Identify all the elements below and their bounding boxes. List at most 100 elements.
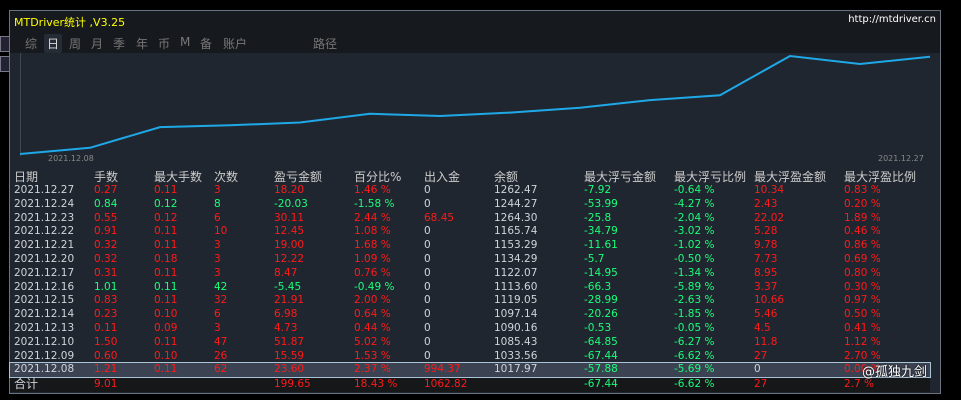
chart-end-date: 2021.12.27 bbox=[878, 154, 924, 163]
cell: 5.02 % bbox=[354, 335, 391, 348]
tab-5[interactable]: 年 bbox=[133, 34, 151, 53]
table-row[interactable]: 2021.12.16 1.01 0.11 42 -5.45 -0.49 % 0 1113.60… bbox=[10, 281, 930, 295]
table-row[interactable]: 2021.12.23 0.55 0.12 6 30.11 2.44 % 68.45 1264.… bbox=[10, 212, 930, 226]
cell: 0.11 bbox=[154, 225, 178, 238]
tab-1[interactable]: 日 bbox=[44, 34, 63, 53]
cell: 2021.12.10 bbox=[14, 335, 75, 348]
cell: 2.00 % bbox=[354, 294, 391, 307]
cell: 6.98 bbox=[274, 308, 298, 321]
cell: 19.00 bbox=[274, 239, 305, 252]
cell: 68.45 bbox=[424, 211, 455, 224]
cell: 15.59 bbox=[274, 349, 305, 362]
column-header[interactable]: 最大手数 bbox=[154, 168, 202, 185]
cell: 0.11 bbox=[154, 294, 178, 307]
cell: 1.89 % bbox=[844, 211, 881, 224]
table-row[interactable]: 2021.12.14 0.23 0.10 6 6.98 0.64 % 0 1097.14 -20… bbox=[10, 308, 930, 322]
cell: 0.23 bbox=[94, 308, 118, 321]
cell: 2021.12.23 bbox=[14, 211, 75, 224]
cell: -6.62 % bbox=[674, 378, 715, 391]
tab-0[interactable]: 综 bbox=[22, 34, 40, 53]
tab-3[interactable]: 月 bbox=[88, 34, 106, 53]
total-row[interactable]: 合计 9.01 199.65 18.43 % 1062.82 -67.44 -6.62 % 2… bbox=[10, 377, 930, 392]
cell: 0.44 % bbox=[354, 322, 391, 334]
column-header[interactable]: 百分比% bbox=[354, 168, 401, 185]
website-link[interactable]: http://mtdriver.cn bbox=[848, 14, 936, 25]
cell: 1264.30 bbox=[494, 211, 538, 224]
cell: -67.44 bbox=[584, 378, 618, 391]
column-header[interactable]: 盈亏金额 bbox=[274, 168, 322, 185]
table-row[interactable]: 2021.12.21 0.32 0.11 3 19.00 1.68 % 0 1153.29 -1… bbox=[10, 239, 930, 253]
column-header[interactable]: 最大浮亏金额 bbox=[584, 168, 656, 185]
table-row[interactable]: 2021.12.15 0.83 0.11 32 21.91 2.00 % 0 1119.05 -… bbox=[10, 294, 930, 308]
tab-9[interactable]: 账户 bbox=[220, 34, 250, 53]
tab-4[interactable]: 季 bbox=[110, 34, 128, 53]
cell: 0 bbox=[424, 239, 431, 252]
watermark: @孤独九剑 bbox=[862, 365, 928, 380]
tab-7[interactable]: M bbox=[177, 34, 193, 50]
column-header[interactable]: 最大浮盈比例 bbox=[844, 168, 916, 185]
table-row[interactable]: 2021.12.20 0.32 0.18 3 12.22 1.09 % 0 1134.29 -5… bbox=[10, 253, 930, 267]
tab-2[interactable]: 周 bbox=[66, 34, 84, 53]
column-header[interactable]: 日期 bbox=[14, 168, 38, 185]
table-row[interactable]: 2021.12.24 0.84 0.12 8 -20.03 -1.58 % 0 1244.27… bbox=[10, 198, 930, 212]
cell: 2021.12.20 bbox=[14, 253, 75, 265]
cell: 18.20 bbox=[274, 184, 305, 196]
cell: 0.11 bbox=[154, 363, 178, 376]
tab-8[interactable]: 备 bbox=[197, 34, 215, 53]
cell: -5.69 % bbox=[674, 363, 715, 376]
cell: 2021.12.21 bbox=[14, 239, 75, 252]
cell: -64.85 bbox=[584, 335, 618, 348]
cell: 1017.97 bbox=[494, 363, 538, 376]
cell: 2021.12.27 bbox=[14, 184, 75, 196]
cell: -5.45 bbox=[274, 280, 302, 293]
table-row[interactable]: 2021.12.27 0.27 0.11 3 18.20 1.46 % 0 1262.47 -7… bbox=[10, 184, 930, 198]
table-row[interactable]: 2021.12.09 0.60 0.10 26 15.59 1.53 % 0 1033.56 -… bbox=[10, 350, 930, 364]
table-row[interactable]: 2021.12.13 0.11 0.09 3 4.73 0.44 % 0 1090.16 -0.… bbox=[10, 322, 930, 336]
cell: 1.53 % bbox=[354, 349, 391, 362]
cell: 1090.16 bbox=[494, 322, 538, 334]
cell: 9.78 bbox=[754, 239, 778, 252]
column-header[interactable]: 余额 bbox=[494, 168, 518, 185]
table-row[interactable]: 2021.12.10 1.50 0.11 47 51.87 5.02 % 0 1085.43 -… bbox=[10, 336, 930, 350]
cell: 0.11 bbox=[154, 239, 178, 252]
tab-6[interactable]: 币 bbox=[155, 34, 173, 53]
cell: 0 bbox=[424, 280, 431, 293]
cell: 62 bbox=[214, 363, 228, 376]
cell: 5.28 bbox=[754, 225, 778, 238]
cell: 2.7 % bbox=[844, 378, 875, 391]
cell: 199.65 bbox=[274, 378, 311, 391]
table-row[interactable]: 2021.12.17 0.31 0.11 3 8.47 0.76 % 0 1122.07 -14… bbox=[10, 267, 930, 281]
table-row[interactable]: 2021.12.22 0.91 0.11 10 12.45 1.08 % 0 1165.74 -… bbox=[10, 225, 930, 239]
column-header[interactable]: 手数 bbox=[94, 168, 118, 185]
cell: -20.03 bbox=[274, 197, 308, 210]
cell: 2021.12.16 bbox=[14, 280, 75, 293]
cell: 0.32 bbox=[94, 253, 118, 265]
column-header[interactable]: 出入金 bbox=[424, 168, 460, 185]
cell: 1.01 bbox=[94, 280, 118, 293]
column-header[interactable]: 最大浮亏比例 bbox=[674, 168, 746, 185]
cell: 0.11 bbox=[154, 335, 178, 348]
cell: 0.12 bbox=[154, 197, 178, 210]
cell: -28.99 bbox=[584, 294, 618, 307]
cell: 1122.07 bbox=[494, 266, 538, 279]
cell: 1165.74 bbox=[494, 225, 538, 238]
cell: -25.8 bbox=[584, 211, 612, 224]
cell: 1033.56 bbox=[494, 349, 538, 362]
cell: 0.09 bbox=[154, 322, 178, 334]
cell: -34.79 bbox=[584, 225, 618, 238]
column-header[interactable]: 最大浮盈金额 bbox=[754, 168, 826, 185]
cell: 1.09 % bbox=[354, 253, 391, 265]
cell: 0 bbox=[424, 322, 431, 334]
cell: 0 bbox=[424, 197, 431, 210]
cell: 2021.12.13 bbox=[14, 322, 75, 334]
tab-10[interactable]: 路径 bbox=[310, 34, 340, 53]
table-header: 日期 手数 最大手数 次数 盈亏金额 百分比% 出入金 余额 最大浮亏金额 最大浮亏比例 最大浮盈金… bbox=[10, 168, 940, 184]
cell: 1262.47 bbox=[494, 184, 538, 196]
cell: 2.44 % bbox=[354, 211, 391, 224]
cell: 0 bbox=[424, 308, 431, 321]
table-row[interactable]: 2021.12.08 1.21 0.11 62 23.60 2.37 % 994.37 101… bbox=[9, 362, 931, 379]
cell: 6 bbox=[214, 308, 221, 321]
cell: -6.27 % bbox=[674, 335, 715, 348]
cell: 22.02 bbox=[754, 211, 785, 224]
column-header[interactable]: 次数 bbox=[214, 168, 238, 185]
